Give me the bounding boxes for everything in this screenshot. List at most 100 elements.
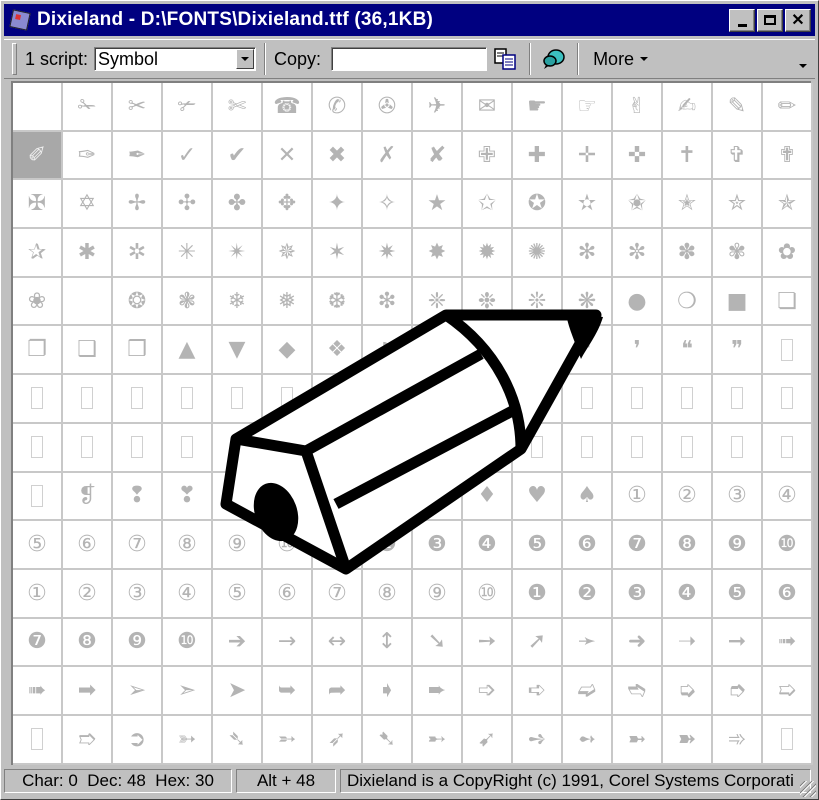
glyph-cell[interactable]: ➪ xyxy=(513,667,563,716)
glyph-cell[interactable]: ❹ xyxy=(463,521,513,570)
glyph-cell[interactable]: ✒ xyxy=(113,131,163,181)
glyph-cell[interactable]: ❇ xyxy=(363,277,413,327)
glyph-cell[interactable]: ↕ xyxy=(363,618,413,668)
glyph-cell[interactable]: ❻ xyxy=(563,521,613,570)
glyph-cell[interactable]: ❻ xyxy=(763,569,813,619)
glyph-cell[interactable]: ❺ xyxy=(513,521,563,570)
glyph-cell[interactable]: ⑨ xyxy=(213,521,263,570)
glyph-cell[interactable]: ✕ xyxy=(263,131,313,181)
glyph-cell[interactable]: ➵ xyxy=(263,715,313,765)
glyph-cell[interactable] xyxy=(13,375,63,424)
glyph-cell[interactable]: ✻ xyxy=(563,229,613,278)
glyph-cell[interactable] xyxy=(13,715,63,765)
glyph-cell[interactable] xyxy=(463,423,513,473)
glyph-cell[interactable]: ⑦ xyxy=(313,569,363,619)
glyph-cell[interactable]: ❾ xyxy=(713,521,763,570)
glyph-cell[interactable]: ✺ xyxy=(513,229,563,278)
glyph-cell[interactable]: ➸ xyxy=(413,715,463,765)
glyph-cell[interactable]: ⑤ xyxy=(13,521,63,570)
glyph-cell[interactable]: ✫ xyxy=(563,180,613,230)
glyph-cell[interactable]: ⑥ xyxy=(63,521,113,570)
glyph-cell[interactable]: ✷ xyxy=(363,229,413,278)
glyph-cell[interactable] xyxy=(13,423,63,473)
glyph-cell[interactable]: ✏ xyxy=(763,83,813,132)
glyph-cell[interactable]: ❦ xyxy=(313,472,363,522)
glyph-cell[interactable]: ❣ xyxy=(163,472,213,522)
glyph-cell[interactable]: ⑧ xyxy=(163,521,213,570)
glyph-cell[interactable]: ➚ xyxy=(513,618,563,668)
glyph-cell[interactable]: ❙ xyxy=(463,326,513,376)
glyph-cell[interactable]: ➠ xyxy=(13,667,63,716)
glyph-cell[interactable]: ❥ xyxy=(263,472,313,522)
glyph-cell[interactable]: ➦ xyxy=(313,667,363,716)
glyph-cell[interactable]: ✦ xyxy=(313,180,363,230)
glyph-cell[interactable] xyxy=(63,423,113,473)
glyph-cell[interactable]: ✸ xyxy=(413,229,463,278)
glyph-cell[interactable]: ✩ xyxy=(463,180,513,230)
glyph-cell[interactable]: ❆ xyxy=(313,277,363,327)
glyph-cell[interactable]: ✖ xyxy=(313,131,363,181)
glyph-cell[interactable]: ✜ xyxy=(613,131,663,181)
glyph-cell[interactable]: ☞ xyxy=(563,83,613,132)
glyph-cell[interactable]: ➝ xyxy=(663,618,713,668)
glyph-cell[interactable]: ★ xyxy=(413,180,463,230)
glyph-cell[interactable]: ➾ xyxy=(713,715,763,765)
glyph-cell[interactable] xyxy=(13,472,63,522)
glyph-cell[interactable]: ✪ xyxy=(513,180,563,230)
glyph-cell[interactable]: ➽ xyxy=(663,715,713,765)
glyph-cell[interactable]: ❶ xyxy=(313,521,363,570)
glyph-cell[interactable]: ❋ xyxy=(563,277,613,327)
glyph-cell[interactable]: ❍ xyxy=(663,277,713,327)
glyph-cell[interactable]: ✿ xyxy=(763,229,813,278)
glyph-cell[interactable]: ✯ xyxy=(763,180,813,230)
glyph-cell[interactable]: ❶ xyxy=(513,569,563,619)
glyph-cell[interactable]: ✎ xyxy=(713,83,763,132)
glyph-cell[interactable]: ✞ xyxy=(713,131,763,181)
glyph-cell[interactable]: ♣ xyxy=(413,472,463,522)
glyph-cell[interactable]: ➤ xyxy=(213,667,263,716)
glyph-cell[interactable]: ❼ xyxy=(13,618,63,668)
glyph-cell[interactable]: ❿ xyxy=(763,521,813,570)
glyph-cell[interactable] xyxy=(563,423,613,473)
glyph-cell[interactable]: ➲ xyxy=(113,715,163,765)
glyph-cell[interactable] xyxy=(563,375,613,424)
glyph-cell[interactable]: ❉ xyxy=(463,277,513,327)
glyph-cell[interactable]: ⑩ xyxy=(463,569,513,619)
glyph-cell[interactable]: ❹ xyxy=(663,569,713,619)
glyph-cell[interactable] xyxy=(663,375,713,424)
glyph-cell[interactable]: ✾ xyxy=(713,229,763,278)
glyph-cell[interactable]: ❸ xyxy=(413,521,463,570)
glyph-cell[interactable]: ✤ xyxy=(213,180,263,230)
glyph-cell[interactable]: ✉ xyxy=(463,83,513,132)
glyph-cell[interactable]: ➻ xyxy=(563,715,613,765)
glyph-cell[interactable]: ⑧ xyxy=(363,569,413,619)
glyph-cell[interactable] xyxy=(613,423,663,473)
glyph-cell[interactable]: ♦ xyxy=(463,472,513,522)
glyph-cell[interactable]: ● xyxy=(613,277,663,327)
glyph-cell[interactable]: ◆ xyxy=(263,326,313,376)
glyph-cell[interactable]: ✈ xyxy=(413,83,463,132)
glyph-cell[interactable]: ❐ xyxy=(13,326,63,376)
glyph-cell[interactable]: ❘ xyxy=(413,326,463,376)
glyph-cell[interactable]: ✇ xyxy=(363,83,413,132)
glyph-cell[interactable]: ✟ xyxy=(763,131,813,181)
glyph-cell[interactable]: ✰ xyxy=(13,229,63,278)
glyph-cell[interactable]: ✱ xyxy=(63,229,113,278)
glyph-cell[interactable]: ✵ xyxy=(263,229,313,278)
glyph-cell[interactable]: ✠ xyxy=(13,180,63,230)
glyph-cell[interactable]: ➨ xyxy=(413,667,463,716)
toolbar-grip[interactable] xyxy=(12,43,17,75)
glyph-cell[interactable] xyxy=(313,375,363,424)
glyph-cell[interactable]: ▲ xyxy=(163,326,213,376)
glyph-cell[interactable]: ✢ xyxy=(113,180,163,230)
minimize-button[interactable] xyxy=(729,8,755,32)
glyph-cell[interactable]: ➞ xyxy=(713,618,763,668)
glyph-cell[interactable]: ❸ xyxy=(613,569,663,619)
glyph-cell[interactable]: ✭ xyxy=(663,180,713,230)
glyph-cell[interactable]: ➯ xyxy=(763,667,813,716)
glyph-cell[interactable]: ❷ xyxy=(563,569,613,619)
glyph-cell[interactable]: ✙ xyxy=(463,131,513,181)
glyph-cell[interactable]: ✝ xyxy=(663,131,713,181)
glyph-cell[interactable] xyxy=(363,423,413,473)
glyph-cell[interactable]: ↔ xyxy=(313,618,363,668)
